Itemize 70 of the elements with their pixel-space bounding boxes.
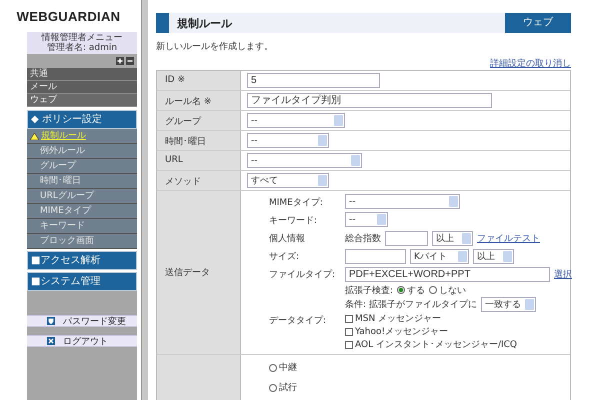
sub-field-label: ファイルタイプ: bbox=[269, 268, 336, 282]
action-label: パスワード変更 bbox=[63, 316, 126, 328]
radio-option[interactable]: する bbox=[397, 284, 426, 296]
submenu-label: グループ bbox=[40, 159, 76, 173]
expand-icon[interactable] bbox=[116, 57, 124, 65]
intro-text: 新しいルールを作成します。 bbox=[156, 40, 274, 53]
field-label: 時間･曜日 bbox=[157, 131, 240, 150]
field-label: メソッド bbox=[157, 171, 240, 190]
triangle-icon bbox=[30, 132, 39, 140]
submenu-label: MIMEタイプ bbox=[40, 204, 91, 218]
menu-section[interactable]: ■システム管理 bbox=[27, 272, 137, 291]
input-field[interactable]: PDF+EXCEL+WORD+PPT bbox=[345, 267, 550, 282]
sub-field-label: データタイプ: bbox=[269, 314, 328, 328]
submenu-label: ブロック画面 bbox=[40, 234, 94, 248]
dropdown[interactable]: すべて bbox=[247, 173, 329, 188]
checkbox-option[interactable]: AOL インスタント･メッセンジャー/ICQ bbox=[345, 338, 572, 351]
sidebar-action-button[interactable]: パスワード変更 bbox=[27, 315, 137, 327]
submenu-label: 規制ルール bbox=[41, 130, 86, 143]
dropdown[interactable]: 以上 bbox=[432, 231, 473, 246]
collapse-icon[interactable] bbox=[126, 57, 134, 65]
score-label: 総合指数 bbox=[345, 232, 381, 245]
radio-option[interactable]: 中継 bbox=[269, 361, 297, 374]
condition-label: 条件: 拡張子がファイルタイプに bbox=[345, 298, 477, 311]
radio-option[interactable]: しない bbox=[429, 284, 466, 296]
action-label: ログアウト bbox=[63, 336, 108, 348]
dropdown[interactable]: -- bbox=[247, 153, 362, 168]
sub-field-label: 個人情報 bbox=[269, 232, 306, 246]
category-badge: ウェブ bbox=[505, 13, 571, 33]
sub-field-label: MIMEタイプ: bbox=[269, 196, 324, 210]
input-field[interactable]: 5 bbox=[247, 73, 380, 88]
field-label: グループ bbox=[157, 111, 240, 130]
page-title: 規制ルール bbox=[176, 16, 233, 30]
dropdown[interactable]: -- bbox=[247, 113, 345, 128]
close-icon bbox=[47, 337, 55, 345]
sub-field-label: サイズ: bbox=[269, 250, 300, 264]
menu-section[interactable]: ■アクセス解析 bbox=[27, 251, 137, 270]
logo: WEBGUARDIAN bbox=[16, 8, 122, 26]
dropdown[interactable]: -- bbox=[345, 212, 388, 227]
sidebar-action-button[interactable]: ログアウト bbox=[27, 335, 137, 347]
submenu-label: 時間･曜日 bbox=[40, 174, 81, 188]
checkbox-option[interactable]: Yahoo!メッセンジャー bbox=[345, 325, 572, 338]
extension-check-label: 拡張子検査: bbox=[345, 284, 394, 296]
shield-icon bbox=[47, 317, 55, 325]
dropdown[interactable]: 一致する bbox=[480, 297, 536, 312]
field-label: URL bbox=[157, 151, 240, 170]
category-item[interactable]: ウェブ bbox=[27, 94, 137, 107]
category-item[interactable]: メール bbox=[27, 81, 137, 94]
field-label: ID ※ bbox=[157, 71, 240, 90]
submenu-label: 例外ルール bbox=[40, 144, 85, 158]
dropdown[interactable]: 以上 bbox=[473, 249, 514, 264]
dropdown[interactable]: -- bbox=[247, 133, 329, 148]
admin-name: 管理者名: admin bbox=[46, 43, 118, 53]
submenu-label: キーワード bbox=[40, 220, 85, 233]
dropdown[interactable]: -- bbox=[345, 194, 460, 209]
input-field[interactable]: ファイルタイプ判別 bbox=[247, 93, 492, 108]
dropdown[interactable]: Kバイト bbox=[410, 249, 469, 264]
checkbox-option[interactable]: MSN メッセンジャー bbox=[345, 312, 572, 325]
field-label: ルール名 ※ bbox=[157, 91, 240, 110]
file-test-link[interactable]: ファイルテスト bbox=[477, 232, 540, 245]
select-link[interactable]: 選択 bbox=[554, 268, 572, 281]
category-item[interactable]: 共通 bbox=[27, 68, 137, 81]
radio-option[interactable]: 試行 bbox=[269, 381, 297, 394]
field-label: 送信データ bbox=[157, 191, 240, 354]
submenu-label: URLグループ bbox=[40, 189, 94, 203]
cancel-advanced-link[interactable]: 詳細設定の取り消し bbox=[490, 57, 571, 70]
admin-menu-title: 情報管理者メニュー bbox=[42, 33, 122, 43]
input-field[interactable] bbox=[385, 231, 428, 246]
input-field[interactable] bbox=[345, 249, 406, 264]
menu-section[interactable]: ◆ ポリシー設定 bbox=[27, 110, 137, 129]
sub-field-label: キーワード: bbox=[269, 215, 318, 228]
